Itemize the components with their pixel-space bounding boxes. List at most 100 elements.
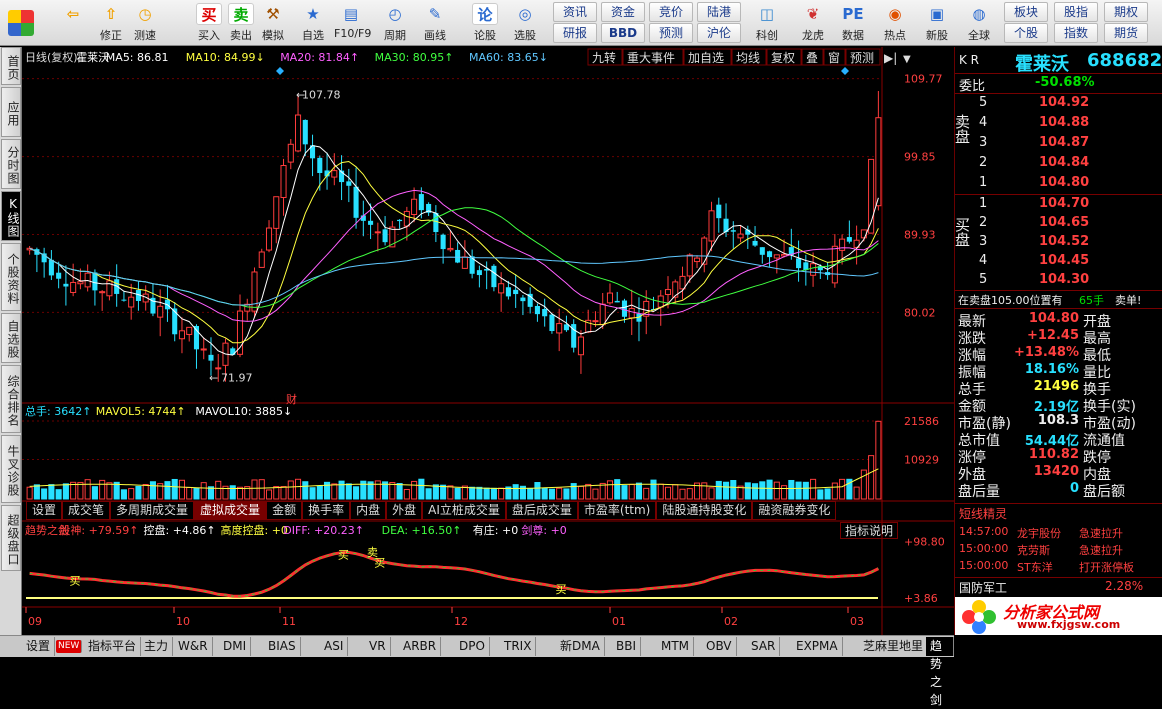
volume-tab-1[interactable]: 成交笔 xyxy=(62,501,111,520)
sell-order-row[interactable]: 1 104.80 xyxy=(955,175,1162,192)
buy-order-row[interactable]: 4 104.45 xyxy=(955,253,1162,270)
discuss-button[interactable]: 论论股 xyxy=(468,2,502,44)
bottom-tab-12[interactable]: 新DMA xyxy=(556,637,605,656)
sector-name[interactable]: 国防军工 xyxy=(959,579,1007,596)
short-elf-item[interactable]: 15:00:00 ST东洋 打开涨停板 xyxy=(955,559,1162,576)
left-tab-1[interactable]: 应用 xyxy=(1,87,21,137)
hammer-button[interactable]: ⚒ 模拟 xyxy=(256,2,290,44)
kline-chart-area[interactable]: 109.77 99.85 89.93 80.02 日线(复权) 霍莱沃 MA5: 86.81… xyxy=(22,47,954,635)
chart-top-button-2[interactable]: 加自选 xyxy=(683,48,732,66)
sell-button[interactable]: 卖卖出 xyxy=(224,2,258,44)
bottom-tab-16[interactable]: SAR xyxy=(747,637,781,656)
sell-order-row[interactable]: 5 104.92 xyxy=(955,95,1162,112)
clock-button[interactable]: ◴ 周期 xyxy=(378,2,412,44)
bottom-tab-19[interactable]: 趋势之剑 xyxy=(926,637,954,707)
toolbar-link-2[interactable]: 竞价 xyxy=(649,2,693,22)
chart-nav-icon[interactable]: ▶| xyxy=(884,51,897,65)
toolbar-link-8[interactable]: 板块 xyxy=(1004,2,1048,22)
chart-dropdown-icon[interactable]: ▼ xyxy=(903,54,911,65)
dragon-button[interactable]: ❦ 龙虎 xyxy=(796,2,830,44)
left-tab-5[interactable]: 自选股 xyxy=(1,313,21,363)
left-tab-4[interactable]: 个股资料 xyxy=(1,243,21,311)
toolbar-link-0[interactable]: 资讯 xyxy=(553,2,597,22)
candle[interactable] xyxy=(549,312,555,334)
chart-top-button-3[interactable]: 均线 xyxy=(731,48,767,66)
financial-report-marker[interactable]: 财 xyxy=(286,392,297,406)
bottom-tab-2[interactable]: 指标平台 xyxy=(84,637,142,656)
chart-top-button-4[interactable]: 复权 xyxy=(766,48,802,66)
buy-order-row[interactable]: 1 104.70 xyxy=(955,196,1162,213)
volume-tab-11[interactable]: 陆股通持股变化 xyxy=(656,501,753,520)
bottom-tab-13[interactable]: BBI xyxy=(612,637,642,656)
buy-order-row[interactable]: 3 104.52 xyxy=(955,234,1162,251)
hot-button[interactable]: ◉ 热点 xyxy=(878,2,912,44)
toolbar-link-7[interactable]: 沪伦 xyxy=(697,23,741,43)
bottom-tab-0[interactable]: 设置 xyxy=(22,637,56,656)
sell-order-row[interactable]: 4 104.88 xyxy=(955,115,1162,132)
up-arrow-button[interactable]: ⇧ 修正 xyxy=(94,2,128,44)
candle[interactable] xyxy=(251,267,258,317)
left-tab-3[interactable]: K线图 xyxy=(1,191,21,241)
volume-tab-12[interactable]: 融资融券变化 xyxy=(752,501,837,520)
bottom-tab-15[interactable]: OBV xyxy=(702,637,737,656)
buy-order-row[interactable]: 5 104.30 xyxy=(955,272,1162,289)
left-tab-7[interactable]: 牛叉诊股 xyxy=(1,435,21,503)
candle[interactable] xyxy=(571,319,577,353)
short-elf-title[interactable]: 短线精灵 xyxy=(959,505,1007,522)
volume-tab-8[interactable]: AI立桩成交量 xyxy=(422,501,506,520)
sell-order-row[interactable]: 2 104.84 xyxy=(955,155,1162,172)
toolbar-link-6[interactable]: 预测 xyxy=(649,23,693,43)
chart-top-button-1[interactable]: 重大事件 xyxy=(622,48,684,66)
bottom-tab-7[interactable]: ASI xyxy=(320,637,349,656)
left-tab-0[interactable]: 首页 xyxy=(1,47,21,85)
candle[interactable] xyxy=(258,248,265,268)
indicator-help-button[interactable]: 指标说明 xyxy=(840,522,898,539)
bottom-tab-17[interactable]: EXPMA xyxy=(792,637,843,656)
bottom-tab-8[interactable]: VR xyxy=(365,637,391,656)
bottom-tab-10[interactable]: DPO xyxy=(455,637,490,656)
left-tab-6[interactable]: 综合排名 xyxy=(1,365,21,433)
bottom-tab-11[interactable]: TRIX xyxy=(500,637,537,656)
left-tab-2[interactable]: 分时图 xyxy=(1,139,21,189)
globe-button[interactable]: ◍ 全球 xyxy=(962,2,996,44)
pencil-button[interactable]: ✎ 画线 xyxy=(418,2,452,44)
chart-top-button-5[interactable]: 叠 xyxy=(801,48,824,66)
volume-tab-2[interactable]: 多周期成交量 xyxy=(110,501,195,520)
kline-chart-svg[interactable]: 109.77 99.85 89.93 80.02 日线(复权)霍莱沃MA5: 86.81… xyxy=(22,47,954,635)
toolbar-link-12[interactable]: 指数 xyxy=(1054,23,1098,43)
toolbar-link-3[interactable]: 陆港 xyxy=(697,2,741,22)
bottom-tab-6[interactable]: BIAS xyxy=(264,637,301,656)
left-tab-8[interactable]: 超级盘口 xyxy=(1,505,21,571)
bottom-tab-4[interactable]: W&R xyxy=(174,637,213,656)
buy-order-row[interactable]: 2 104.65 xyxy=(955,215,1162,232)
volume-tab-3[interactable]: 虚拟成交量 xyxy=(194,501,267,520)
timer-button[interactable]: ◷ 测速 xyxy=(128,2,162,44)
volume-tab-5[interactable]: 换手率 xyxy=(302,501,351,520)
short-elf-item[interactable]: 15:00:00 克劳斯 急速拉升 xyxy=(955,542,1162,559)
volume-tab-0[interactable]: 设置 xyxy=(26,501,63,520)
volume-tab-10[interactable]: 市盈率(ttm) xyxy=(577,501,657,520)
volume-tab-9[interactable]: 盘后成交量 xyxy=(505,501,578,520)
sell-order-row[interactable]: 3 104.87 xyxy=(955,135,1162,152)
toolbar-link-5[interactable]: BBD xyxy=(601,23,645,43)
app-logo-button[interactable] xyxy=(4,2,38,44)
bottom-tab-3[interactable]: 主力 xyxy=(140,637,174,656)
sci-button[interactable]: ◫ 科创 xyxy=(750,2,784,44)
volume-tab-7[interactable]: 外盘 xyxy=(386,501,423,520)
star-button[interactable]: ★ 自选 xyxy=(296,2,330,44)
short-elf-item[interactable]: 14:57:00 龙宇股份 急速拉升 xyxy=(955,525,1162,542)
toolbar-link-4[interactable]: 研报 xyxy=(553,23,597,43)
chart-top-button-7[interactable]: 预测 xyxy=(845,48,881,66)
chart-top-button-6[interactable]: 窗 xyxy=(823,48,846,66)
bottom-tab-5[interactable]: DMI xyxy=(219,637,252,656)
f10-button[interactable]: ▤ F10/F9 xyxy=(334,2,371,44)
buy-button[interactable]: 买买入 xyxy=(192,2,226,44)
toolbar-link-13[interactable]: 期货 xyxy=(1104,23,1148,43)
toolbar-link-9[interactable]: 股指 xyxy=(1054,2,1098,22)
bottom-tab-9[interactable]: ARBR xyxy=(399,637,442,656)
chart-top-button-0[interactable]: 九转 xyxy=(587,48,623,66)
bottom-tab-18[interactable]: 芝麻里地里 xyxy=(859,637,929,656)
toolbar-link-10[interactable]: 期权 xyxy=(1104,2,1148,22)
select-button[interactable]: ◎ 选股 xyxy=(508,2,542,44)
ipo-button[interactable]: ▣ 新股 xyxy=(920,2,954,44)
